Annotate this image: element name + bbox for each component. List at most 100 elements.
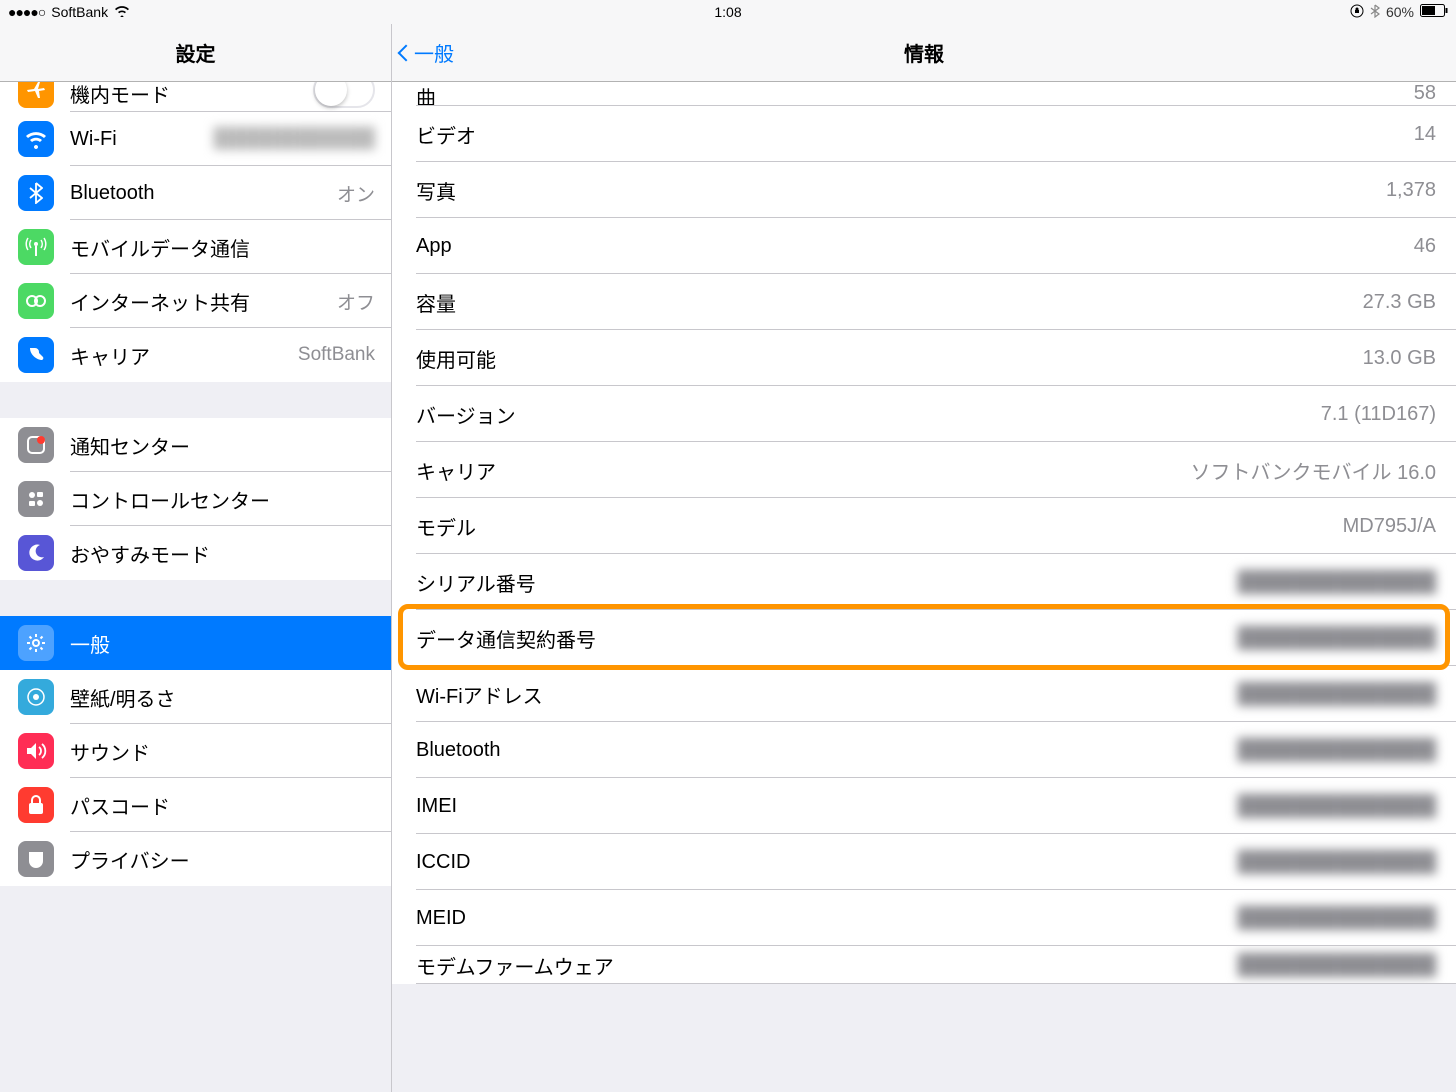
back-label: 一般 bbox=[414, 38, 454, 67]
sidebar-item-label: おやすみモード bbox=[70, 539, 375, 568]
sidebar-item-label: パスコード bbox=[70, 791, 375, 820]
detail-label: 使用可能 bbox=[416, 344, 1363, 373]
detail-label: App bbox=[416, 235, 1414, 258]
bluetooth-icon bbox=[1370, 4, 1380, 21]
sidebar-item-label: サウンド bbox=[70, 737, 375, 766]
detail-value: 7.1 (11D167) bbox=[1321, 403, 1436, 426]
sidebar-item-label: キャリア bbox=[70, 341, 298, 370]
passcode-icon bbox=[18, 787, 54, 823]
detail-label: IMEI bbox=[416, 795, 1238, 818]
sidebar-item-notification[interactable]: 通知センター bbox=[0, 418, 391, 472]
wallpaper-icon bbox=[18, 679, 54, 715]
detail-row-firmware[interactable]: モデムファームウェア██████████████ bbox=[392, 946, 1456, 984]
sounds-icon bbox=[18, 733, 54, 769]
detail-value: ソフトバンクモバイル 16.0 bbox=[1191, 456, 1436, 485]
sidebar-item-cellular[interactable]: モバイルデータ通信 bbox=[0, 220, 391, 274]
detail-value: ██████████████ bbox=[1238, 954, 1436, 977]
sidebar-item-label: インターネット共有 bbox=[70, 287, 337, 316]
detail-row-data-contract[interactable]: データ通信契約番号██████████████ bbox=[392, 610, 1456, 666]
sidebar-item-hotspot[interactable]: インターネット共有オフ bbox=[0, 274, 391, 328]
back-button[interactable]: 一般 bbox=[400, 38, 454, 67]
sidebar-item-wifi[interactable]: Wi-Fi████████████ bbox=[0, 112, 391, 166]
detail-value: ██████████████ bbox=[1238, 627, 1436, 650]
detail-value: MD795J/A bbox=[1343, 515, 1436, 538]
controlcenter-icon bbox=[18, 481, 54, 517]
detail-value: ██████████████ bbox=[1238, 739, 1436, 762]
detail-value: 1,378 bbox=[1386, 179, 1436, 202]
detail-label: 曲 bbox=[416, 82, 1414, 106]
sidebar-item-label: コントロールセンター bbox=[70, 485, 375, 514]
detail-row-model[interactable]: モデルMD795J/A bbox=[392, 498, 1456, 554]
detail-value: ██████████████ bbox=[1238, 851, 1436, 874]
sidebar-item-value: オフ bbox=[337, 288, 375, 315]
detail-label: Wi-Fiアドレス bbox=[416, 680, 1238, 709]
sidebar-title: 設定 bbox=[176, 38, 216, 67]
detail-row-available[interactable]: 使用可能13.0 GB bbox=[392, 330, 1456, 386]
signal-strength: ●●●●○ bbox=[8, 4, 45, 20]
detail-row-apps[interactable]: App46 bbox=[392, 218, 1456, 274]
sidebar-item-label: Bluetooth bbox=[70, 182, 337, 205]
sidebar-header: 設定 bbox=[0, 24, 391, 82]
cellular-icon bbox=[18, 229, 54, 265]
orientation-lock-icon bbox=[1350, 4, 1364, 21]
detail-header: 一般 情報 bbox=[392, 24, 1456, 82]
settings-sidebar: 設定 機内モードWi-Fi████████████Bluetoothオンモバイル… bbox=[0, 24, 392, 1092]
detail-label: モデル bbox=[416, 512, 1343, 541]
sidebar-item-airplane[interactable]: 機内モード bbox=[0, 82, 391, 112]
dnd-icon bbox=[18, 535, 54, 571]
detail-value: ██████████████ bbox=[1238, 907, 1436, 930]
wifi-icon bbox=[18, 121, 54, 157]
clock: 1:08 bbox=[714, 4, 741, 20]
notification-icon bbox=[18, 427, 54, 463]
privacy-icon bbox=[18, 841, 54, 877]
sidebar-item-general[interactable]: 一般 bbox=[0, 616, 391, 670]
sidebar-item-label: Wi-Fi bbox=[70, 128, 213, 151]
detail-label: シリアル番号 bbox=[416, 568, 1238, 597]
detail-label: キャリア bbox=[416, 456, 1191, 485]
sidebar-item-label: 通知センター bbox=[70, 431, 375, 460]
detail-label: Bluetooth bbox=[416, 739, 1238, 762]
detail-value: 13.0 GB bbox=[1363, 347, 1436, 370]
carrier-icon bbox=[18, 337, 54, 373]
detail-row-wifi-address[interactable]: Wi-Fiアドレス██████████████ bbox=[392, 666, 1456, 722]
detail-label: 写真 bbox=[416, 176, 1386, 205]
detail-row-carrier[interactable]: キャリアソフトバンクモバイル 16.0 bbox=[392, 442, 1456, 498]
detail-row-videos[interactable]: ビデオ14 bbox=[392, 106, 1456, 162]
sidebar-item-value: オン bbox=[337, 180, 375, 207]
sidebar-item-controlcenter[interactable]: コントロールセンター bbox=[0, 472, 391, 526]
detail-pane: 一般 情報 曲58ビデオ14写真1,378App46容量27.3 GB使用可能1… bbox=[392, 24, 1456, 1092]
detail-label: 容量 bbox=[416, 288, 1363, 317]
sidebar-item-sounds[interactable]: サウンド bbox=[0, 724, 391, 778]
sidebar-item-label: モバイルデータ通信 bbox=[70, 233, 375, 262]
detail-row-capacity[interactable]: 容量27.3 GB bbox=[392, 274, 1456, 330]
carrier-label: SoftBank bbox=[51, 4, 108, 20]
detail-label: ICCID bbox=[416, 851, 1238, 874]
toggle-switch[interactable] bbox=[313, 82, 375, 108]
detail-value: 27.3 GB bbox=[1363, 291, 1436, 314]
sidebar-item-carrier[interactable]: キャリアSoftBank bbox=[0, 328, 391, 382]
wifi-icon bbox=[114, 4, 130, 20]
detail-value: ██████████████ bbox=[1238, 571, 1436, 594]
detail-label: データ通信契約番号 bbox=[416, 624, 1238, 653]
sidebar-item-bluetooth[interactable]: Bluetoothオン bbox=[0, 166, 391, 220]
detail-row-serial[interactable]: シリアル番号██████████████ bbox=[392, 554, 1456, 610]
detail-row-meid[interactable]: MEID██████████████ bbox=[392, 890, 1456, 946]
detail-label: バージョン bbox=[416, 400, 1321, 429]
sidebar-item-value: SoftBank bbox=[298, 344, 375, 366]
sidebar-item-passcode[interactable]: パスコード bbox=[0, 778, 391, 832]
sidebar-item-wallpaper[interactable]: 壁紙/明るさ bbox=[0, 670, 391, 724]
detail-row-version[interactable]: バージョン7.1 (11D167) bbox=[392, 386, 1456, 442]
detail-row-iccid[interactable]: ICCID██████████████ bbox=[392, 834, 1456, 890]
detail-row-photos[interactable]: 写真1,378 bbox=[392, 162, 1456, 218]
sidebar-item-label: 一般 bbox=[70, 629, 375, 658]
battery-icon bbox=[1420, 4, 1448, 20]
detail-label: モデムファームウェア bbox=[416, 951, 1238, 980]
general-icon bbox=[18, 625, 54, 661]
hotspot-icon bbox=[18, 283, 54, 319]
sidebar-item-privacy[interactable]: プライバシー bbox=[0, 832, 391, 886]
detail-row-imei[interactable]: IMEI██████████████ bbox=[392, 778, 1456, 834]
detail-row-bluetooth-addr[interactable]: Bluetooth██████████████ bbox=[392, 722, 1456, 778]
status-bar: ●●●●○ SoftBank 1:08 60% bbox=[0, 0, 1456, 24]
sidebar-item-dnd[interactable]: おやすみモード bbox=[0, 526, 391, 580]
detail-row-songs[interactable]: 曲58 bbox=[392, 82, 1456, 106]
